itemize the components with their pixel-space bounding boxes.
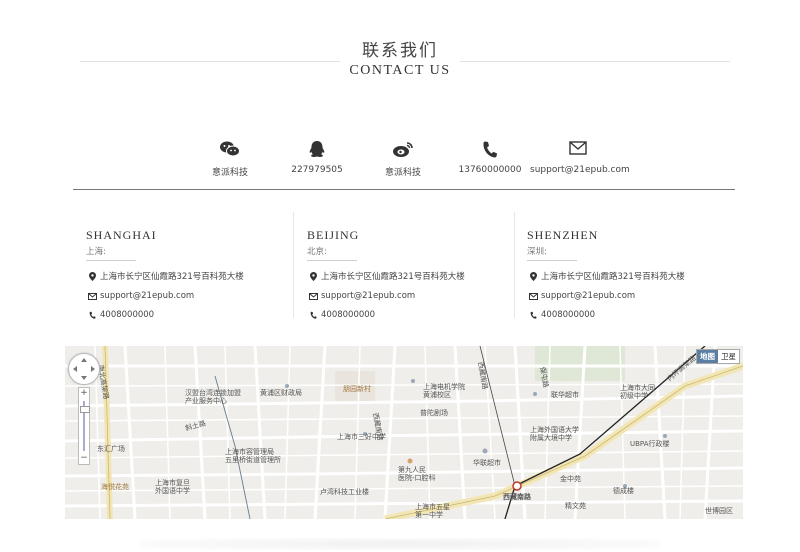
office-address: 上海市长宁区仙霞路321号百科苑大楼 <box>541 272 685 282</box>
map-zoom-control: + − <box>78 387 90 465</box>
map-view[interactable]: 南北高架路 汉盟台湾连锁加盟 产业服务中心 黄浦区财政局 朋园新村 上海电机学院… <box>65 346 743 519</box>
contact-email[interactable]: support@21epub.com <box>530 140 630 175</box>
map-label: 精文苑 <box>565 502 586 510</box>
map-label: 上海市复旦 外国语中学 <box>155 479 190 495</box>
office-email[interactable]: support@21epub.com <box>321 291 415 301</box>
contact-qq[interactable]: 227979505 <box>282 140 352 175</box>
zoom-out-button[interactable]: − <box>79 453 89 463</box>
page-bottom-shadow <box>140 538 660 550</box>
map-label: 东汇广场 <box>97 445 125 453</box>
weibo-icon <box>368 140 438 160</box>
office-email-row: support@21epub.com <box>86 291 296 301</box>
mail-icon <box>86 292 98 300</box>
contact-qq-label: 227979505 <box>291 165 343 175</box>
map-label: 第九人民 医院-口腔科 <box>398 466 436 482</box>
map-pan-control[interactable] <box>68 353 100 385</box>
phone-icon <box>307 311 319 319</box>
map-label: 金中苑 <box>560 475 581 483</box>
column-divider <box>293 212 294 318</box>
office-email[interactable]: support@21epub.com <box>100 291 194 301</box>
map-label: 世博园区 <box>705 507 733 515</box>
phone-icon <box>86 311 98 319</box>
map-label: 海悦花苑 <box>101 483 129 491</box>
office-phone-row: 4008000000 <box>307 310 517 320</box>
office-address-row: 上海市长宁区仙霞路321号百科苑大楼 <box>307 270 517 282</box>
contact-phone[interactable]: 13760000000 <box>455 140 525 175</box>
map-label: 卢湾科技工业楼 <box>320 488 369 496</box>
contact-phone-label: 13760000000 <box>458 165 522 175</box>
location-pin-icon <box>527 271 539 281</box>
contact-wechat[interactable]: 意派科技 <box>195 140 265 178</box>
office-name-en: SHENZHEN <box>527 228 599 242</box>
wechat-icon <box>195 140 265 160</box>
zoom-in-button[interactable]: + <box>79 388 89 398</box>
office-name-zh: 上海: <box>86 245 136 261</box>
map-type-toggle: 地图 卫星 <box>696 349 740 364</box>
mail-icon <box>527 292 539 300</box>
map-label: 联华超市 <box>551 391 579 399</box>
page-title-zh: 联系我们 <box>362 41 438 61</box>
office-phone-row: 4008000000 <box>527 310 737 320</box>
map-label: 上海市大同 初级中学 <box>620 384 655 400</box>
office-address: 上海市长宁区仙霞路321号百科苑大楼 <box>100 272 244 282</box>
location-pin-icon <box>86 271 98 281</box>
office-beijing: BEIJING 北京: 上海市长宁区仙霞路321号百科苑大楼 support@2… <box>307 228 517 320</box>
contact-email-label: support@21epub.com <box>530 165 630 175</box>
map-label: 汉盟台湾连锁加盟 产业服务中心 <box>185 389 241 405</box>
map-type-map-button[interactable]: 地图 <box>697 350 718 363</box>
office-name-en: SHANGHAI <box>86 228 157 242</box>
map-label: 黄浦区财政局 <box>260 389 302 397</box>
office-shenzhen: SHENZHEN 深圳: 上海市长宁区仙霞路321号百科苑大楼 support@… <box>527 228 737 320</box>
page-title-en: CONTACT US <box>349 63 451 78</box>
office-address-row: 上海市长宁区仙霞路321号百科苑大楼 <box>527 270 737 282</box>
location-pin-icon <box>307 271 319 281</box>
contact-weibo[interactable]: 意派科技 <box>368 140 438 178</box>
contact-wechat-label: 意派科技 <box>211 168 248 178</box>
zoom-slider-handle[interactable] <box>80 406 90 413</box>
mail-icon <box>530 140 626 160</box>
office-email-row: support@21epub.com <box>307 291 517 301</box>
office-shanghai: SHANGHAI 上海: 上海市长宁区仙霞路321号百科苑大楼 support@… <box>86 228 296 320</box>
title-divider-right <box>460 61 730 62</box>
map-label: 普陀剧场 <box>420 409 448 417</box>
map-label: UBPA行政楼 <box>630 440 670 448</box>
pan-arrows-icon <box>73 358 95 380</box>
contact-weibo-label: 意派科技 <box>384 168 421 178</box>
mail-icon <box>307 292 319 300</box>
office-phone: 4008000000 <box>541 310 596 320</box>
office-address: 上海市长宁区仙霞路321号百科苑大楼 <box>321 272 465 282</box>
column-divider <box>514 212 515 318</box>
office-email-row: support@21epub.com <box>527 291 737 301</box>
contact-strip: 意派科技 227979505 意派科技 13760000000 support@… <box>190 140 630 180</box>
map-label: 朋园新村 <box>343 385 371 393</box>
map-label: 华联超市 <box>473 459 501 467</box>
phone-icon <box>527 311 539 319</box>
map-label: 上海市五星 第一中学 <box>415 503 450 519</box>
office-name-zh: 北京: <box>307 245 357 261</box>
office-name-en: BEIJING <box>307 228 360 242</box>
map-label: 上海市三好中学 <box>337 433 386 441</box>
map-label: 德成楼 <box>613 487 634 495</box>
phone-icon <box>455 140 525 160</box>
office-address-row: 上海市长宁区仙霞路321号百科苑大楼 <box>86 270 296 282</box>
office-email[interactable]: support@21epub.com <box>541 291 635 301</box>
office-phone-row: 4008000000 <box>86 310 296 320</box>
qq-icon <box>282 140 352 160</box>
map-label: 上海市容管理局 五里桥街道管理所 <box>225 448 281 464</box>
map-type-satellite-button[interactable]: 卫星 <box>718 350 739 363</box>
title-divider-left <box>80 61 340 62</box>
office-name-zh: 深圳: <box>527 245 577 261</box>
map-label: 上海外国语大学 附属大境中学 <box>530 426 579 442</box>
office-phone: 4008000000 <box>100 310 155 320</box>
map-label: 上海电机学院 黄浦校区 <box>423 383 465 399</box>
section-rule <box>73 189 735 190</box>
map-label: 西藏南路 <box>503 493 531 501</box>
office-phone: 4008000000 <box>321 310 376 320</box>
